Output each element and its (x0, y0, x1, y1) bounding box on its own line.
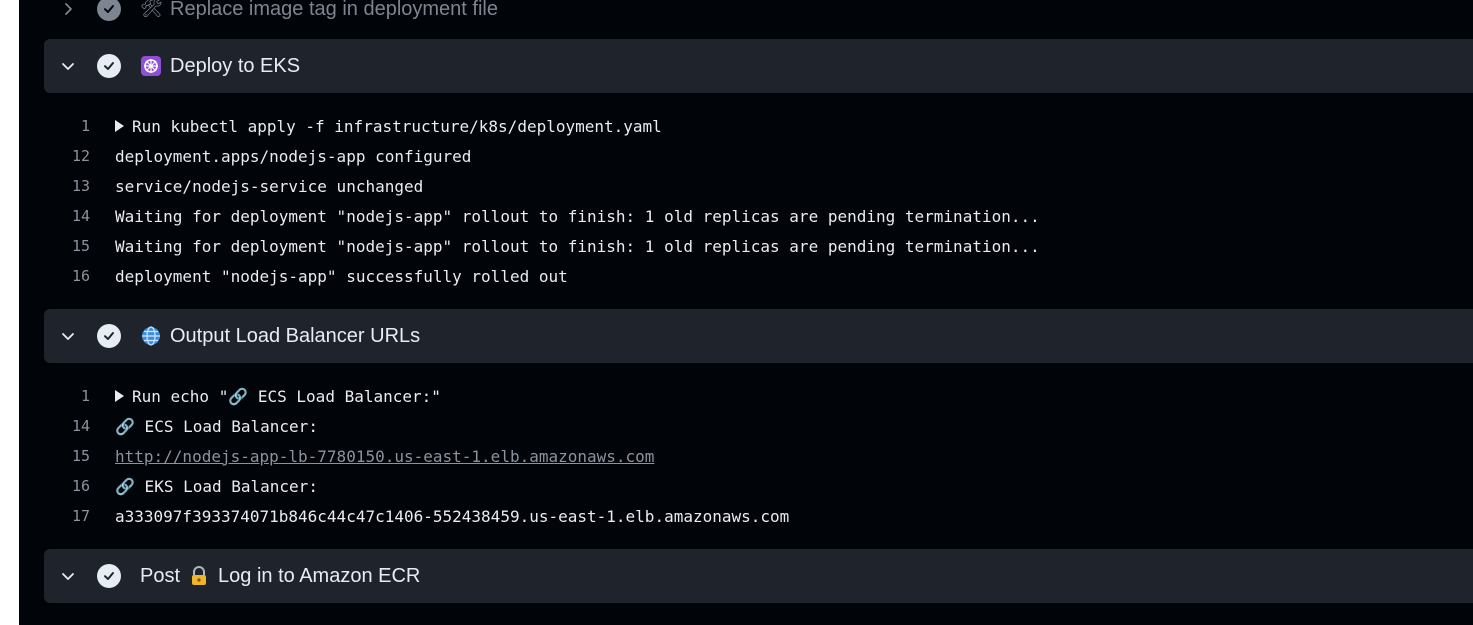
check-circle-icon (97, 324, 121, 348)
step-log-output-load-balancer-urls: 1 Run echo "🔗 ECS Load Balancer:" 14 🔗 E… (19, 381, 1473, 531)
line-number: 16 (71, 267, 90, 285)
log-text: Waiting for deployment "nodejs-app" roll… (115, 236, 1040, 256)
log-line: 14 🔗 ECS Load Balancer: (19, 411, 1473, 441)
ecs-load-balancer-link[interactable]: http://nodejs-app-lb-7780150.us-east-1.e… (115, 447, 654, 466)
step-replace-image-tag[interactable]: 🛠 Replace image tag in deployment file (44, 0, 1473, 36)
step-title-prefix: Post (140, 564, 181, 587)
chevron-right-icon (65, 3, 72, 15)
log-line: 13 service/nodejs-service unchanged (19, 171, 1473, 201)
step-title: Log in to Amazon ECR (218, 564, 421, 587)
log-text: deployment.apps/nodejs-app configured (115, 146, 472, 166)
step-title: Deploy to EKS (170, 54, 301, 77)
chevron-down-icon (62, 573, 74, 580)
log-line[interactable]: 1 Run kubectl apply -f infrastructure/k8… (19, 111, 1473, 141)
line-number: 13 (71, 177, 90, 195)
log-line: 14 Waiting for deployment "nodejs-app" r… (19, 201, 1473, 231)
log-text: service/nodejs-service unchanged (115, 176, 424, 196)
step-log-deploy-to-eks: 1 Run kubectl apply -f infrastructure/k8… (19, 111, 1473, 291)
line-number: 16 (71, 477, 90, 495)
line-number: 1 (80, 117, 90, 135)
chevron-down-icon (62, 333, 74, 340)
log-line: 15 http://nodejs-app-lb-7780150.us-east-… (19, 441, 1473, 471)
log-line: 16 deployment "nodejs-app" successfully … (19, 261, 1473, 291)
log-line: 12 deployment.apps/nodejs-app configured (19, 141, 1473, 171)
expand-triangle-icon[interactable] (115, 120, 124, 132)
lock-key-icon (188, 565, 210, 587)
log-text: deployment "nodejs-app" successfully rol… (115, 266, 568, 286)
log-text: Waiting for deployment "nodejs-app" roll… (115, 206, 1040, 226)
line-number: 14 (71, 207, 90, 225)
log-text: 🔗 EKS Load Balancer: (115, 476, 318, 496)
step-output-load-balancer-urls[interactable]: Output Load Balancer URLs (44, 309, 1473, 363)
log-text: Run echo "🔗 ECS Load Balancer:" (132, 386, 441, 406)
line-number: 15 (71, 237, 90, 255)
line-number: 15 (71, 447, 90, 465)
line-number: 17 (71, 507, 90, 525)
log-text: a333097f393374071b846c44c47c1406-5524384… (115, 506, 790, 526)
step-deploy-to-eks[interactable]: Deploy to EKS (44, 39, 1473, 93)
line-number: 12 (71, 147, 90, 165)
log-line: 17 a333097f393374071b846c44c47c1406-5524… (19, 501, 1473, 531)
step-post-log-in-to-amazon-ecr[interactable]: Post Log in to Amazon ECR (44, 549, 1473, 603)
log-text: 🔗 ECS Load Balancer: (115, 416, 318, 436)
log-line[interactable]: 1 Run echo "🔗 ECS Load Balancer:" (19, 381, 1473, 411)
tools-icon: 🛠 (140, 0, 163, 19)
check-circle-icon (97, 564, 121, 588)
step-title: Replace image tag in deployment file (170, 0, 498, 20)
expand-triangle-icon[interactable] (115, 390, 124, 402)
line-number: 14 (71, 417, 90, 435)
log-text: Run kubectl apply -f infrastructure/k8s/… (132, 116, 662, 136)
check-circle-icon (97, 0, 121, 21)
globe-icon (140, 325, 162, 347)
chevron-down-icon (62, 63, 74, 70)
kubernetes-icon (140, 55, 162, 77)
log-line: 16 🔗 EKS Load Balancer: (19, 471, 1473, 501)
line-number: 1 (80, 387, 90, 405)
log-line: 15 Waiting for deployment "nodejs-app" r… (19, 231, 1473, 261)
step-title: Output Load Balancer URLs (170, 324, 421, 347)
job-log-panel: 🛠 Replace image tag in deployment file D… (19, 0, 1473, 625)
check-circle-icon (97, 54, 121, 78)
